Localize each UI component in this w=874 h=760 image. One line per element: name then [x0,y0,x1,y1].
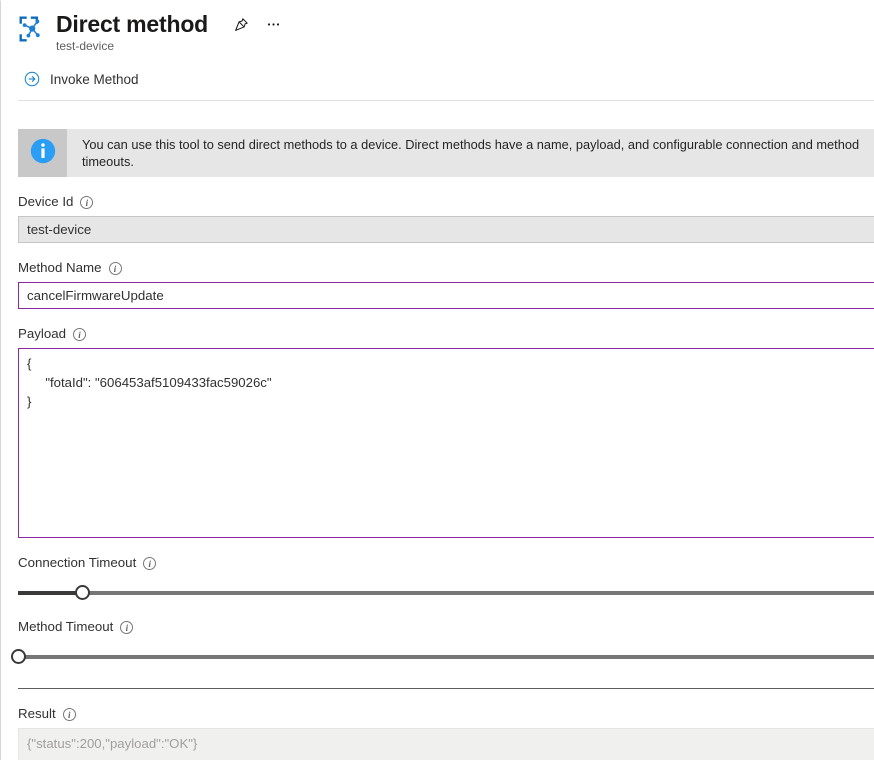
blade-header: Direct method test-device [1,1,874,54]
invoke-method-label: Invoke Method [50,72,139,87]
device-id-label-row: Device Id i [18,193,874,211]
info-icon[interactable]: i [143,556,157,570]
result-label-row: Result i [18,705,874,723]
iot-hub-device-icon [18,15,46,43]
payload-label: Payload [18,326,67,341]
blade-content: You can use this tool to send direct met… [1,129,874,760]
direct-method-blade: Direct method test-device Invoke Method … [0,0,874,760]
title-row: Direct method [56,10,286,38]
device-id-field: Device Id i [18,193,874,243]
slider-thumb[interactable] [11,649,26,664]
page-title: Direct method [56,11,209,37]
info-banner: You can use this tool to send direct met… [18,129,874,177]
connection-timeout-slider[interactable] [18,582,874,602]
method-name-input[interactable] [18,282,874,309]
payload-field: Payload i [18,325,874,538]
slider-filled [18,591,83,595]
info-icon[interactable]: i [73,327,87,341]
info-icon[interactable]: i [80,195,94,209]
ellipsis-icon[interactable] [260,11,286,37]
result-label: Result [18,706,56,721]
method-timeout-slider[interactable] [11,646,874,666]
result-field: Result i [18,705,874,760]
result-textarea[interactable] [18,728,874,760]
invoke-method-button[interactable]: Invoke Method [18,65,147,95]
method-timeout-label-row: Method Timeout i [18,618,874,636]
connection-timeout-label-row: Connection Timeout i [18,554,874,572]
method-name-label: Method Name [18,260,102,275]
method-name-field: Method Name i [18,259,874,309]
connection-timeout-field: Connection Timeout i [18,554,874,602]
connection-timeout-label: Connection Timeout [18,555,137,570]
section-divider [18,688,874,689]
command-bar: Invoke Method [1,64,874,96]
slider-track [18,591,874,595]
payload-textarea[interactable] [18,348,874,538]
info-circle-icon [28,136,58,171]
slider-thumb[interactable] [75,585,91,600]
method-timeout-field: Method Timeout i [11,618,874,666]
title-block: Direct method test-device [56,10,286,54]
command-bar-divider [18,100,874,101]
info-icon[interactable]: i [108,261,122,275]
blade-subtitle: test-device [56,39,115,53]
device-id-input[interactable] [18,216,874,243]
payload-label-row: Payload i [18,325,874,343]
info-icon[interactable]: i [62,707,76,721]
pin-icon[interactable] [228,11,254,37]
arrow-circle-right-icon [24,71,40,90]
title-actions [228,11,286,37]
method-name-label-row: Method Name i [18,259,874,277]
info-banner-text: You can use this tool to send direct met… [82,137,860,169]
method-timeout-label: Method Timeout [18,619,114,634]
info-icon[interactable]: i [120,620,134,634]
device-id-label: Device Id [18,194,74,209]
slider-track [18,655,874,659]
info-banner-icon-cell [18,129,67,177]
